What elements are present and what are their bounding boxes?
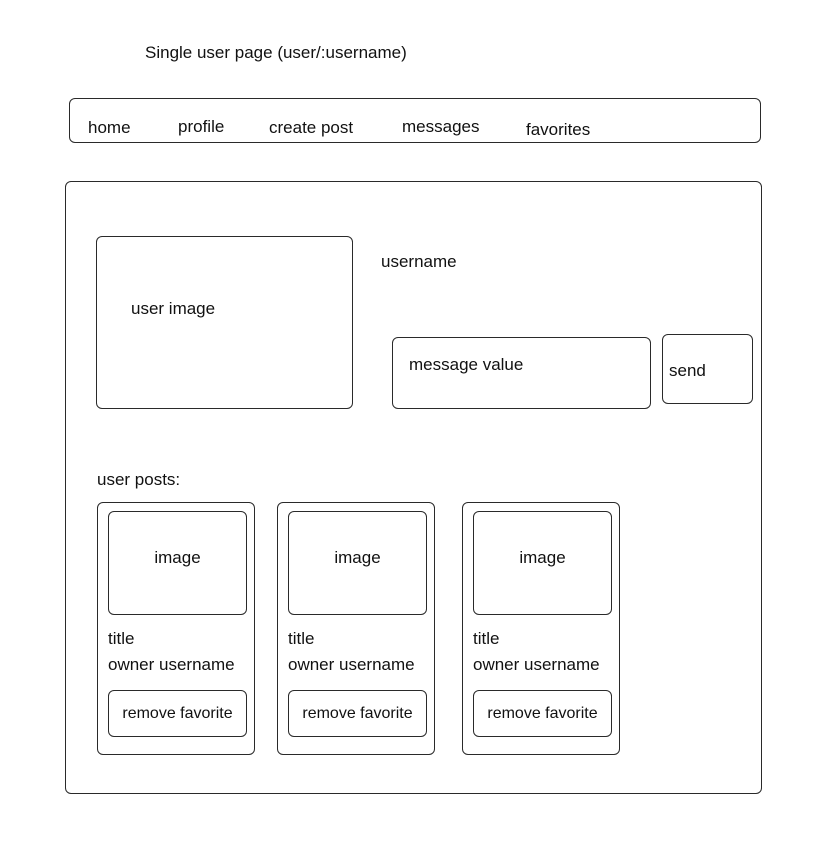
post-title: title xyxy=(288,629,315,648)
post-owner-username: owner username xyxy=(473,655,600,674)
post-title: title xyxy=(108,629,135,648)
post-card: image title owner username remove favori… xyxy=(97,502,255,755)
message-input-placeholder: message value xyxy=(409,355,524,374)
nav-item-create-post[interactable]: create post xyxy=(269,118,353,138)
page-title: Single user page (user/:username) xyxy=(145,43,407,62)
message-input[interactable]: message value xyxy=(392,337,651,409)
post-owner-username: owner username xyxy=(288,655,415,674)
send-button-label: send xyxy=(669,361,706,380)
nav-bar: home profile create post messages favori… xyxy=(69,98,761,143)
remove-favorite-button[interactable]: remove favorite xyxy=(473,690,612,737)
user-image: user image xyxy=(96,236,353,409)
remove-favorite-label: remove favorite xyxy=(487,705,598,722)
post-card: image title owner username remove favori… xyxy=(277,502,435,755)
nav-item-profile[interactable]: profile xyxy=(178,117,224,137)
user-posts-heading: user posts: xyxy=(97,470,181,489)
remove-favorite-label: remove favorite xyxy=(122,705,233,722)
post-image-label: image xyxy=(334,548,381,567)
nav-item-home[interactable]: home xyxy=(88,118,131,138)
nav-item-favorites[interactable]: favorites xyxy=(526,120,590,140)
post-card: image title owner username remove favori… xyxy=(462,502,620,755)
username: username xyxy=(381,252,457,271)
remove-favorite-label: remove favorite xyxy=(302,705,413,722)
post-image: image xyxy=(473,511,612,615)
nav-item-messages[interactable]: messages xyxy=(402,117,479,137)
user-image-label: user image xyxy=(131,299,216,318)
post-image-label: image xyxy=(154,548,201,567)
post-image-label: image xyxy=(519,548,566,567)
remove-favorite-button[interactable]: remove favorite xyxy=(288,690,427,737)
post-image: image xyxy=(108,511,247,615)
send-button[interactable]: send xyxy=(662,334,753,404)
post-image: image xyxy=(288,511,427,615)
post-title: title xyxy=(473,629,500,648)
post-owner-username: owner username xyxy=(108,655,235,674)
remove-favorite-button[interactable]: remove favorite xyxy=(108,690,247,737)
